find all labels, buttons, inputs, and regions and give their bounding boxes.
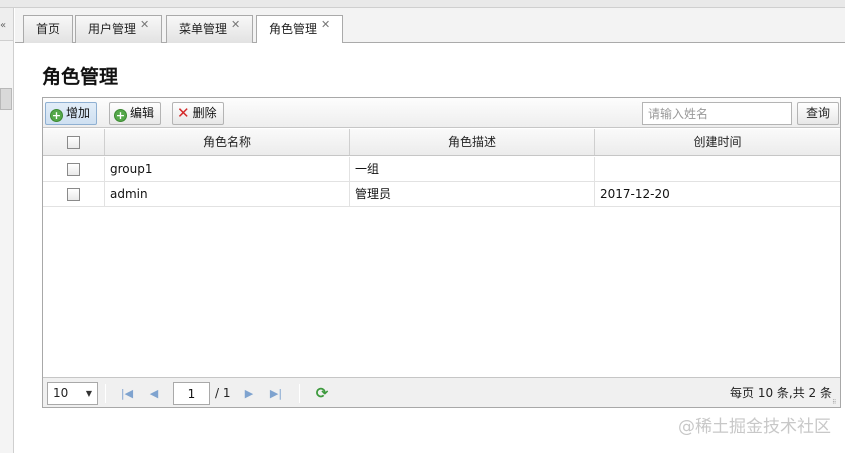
pager-separator [299, 384, 300, 403]
search-button[interactable]: 查询 [797, 102, 839, 125]
row-checkbox[interactable] [67, 163, 80, 176]
chevron-down-icon: ▼ [85, 389, 92, 398]
close-icon[interactable]: ✕ [321, 18, 330, 31]
last-page-icon[interactable]: ▶| [266, 383, 286, 404]
tab-label: 菜单管理 [179, 22, 228, 36]
plus-circle-icon: + [50, 109, 63, 122]
page-size-select[interactable]: 10 ▼ [47, 382, 98, 405]
cell-role-name: group1 [105, 157, 350, 181]
column-header-role-description[interactable]: 角色描述 [350, 129, 595, 155]
tab-label: 角色管理 [269, 22, 318, 36]
main-content: 角色管理 +增加 +编辑 ✕删除 查询 角色名称 角色描述 创建时间 g [15, 43, 845, 453]
cell-role-description: 管理员 [350, 182, 595, 206]
pager-separator [105, 384, 106, 403]
tab-label: 用户管理 [88, 22, 137, 36]
cell-created-time: 2017-12-20 [600, 187, 670, 201]
edit-button-label: 编辑 [130, 106, 155, 120]
page-size-value: 10 [53, 386, 69, 400]
search-name-input[interactable] [642, 102, 792, 125]
prev-page-icon[interactable]: ◀ [144, 383, 164, 404]
select-all-cell [43, 129, 105, 155]
close-icon[interactable]: ✕ [231, 18, 240, 31]
next-page-icon[interactable]: ▶ [239, 383, 259, 404]
sidebar-selected-item[interactable] [0, 88, 12, 110]
tab-home[interactable]: 首页 [23, 15, 74, 43]
page-number-input[interactable] [173, 382, 210, 405]
pagination-bar: 10 ▼ |◀ ◀ / 1 ▶ ▶| ⟳ 每页 10 条,共 2 条 ⠿ [43, 377, 840, 407]
role-datagrid: +增加 +编辑 ✕删除 查询 角色名称 角色描述 创建时间 group1 一组 [42, 97, 841, 408]
add-button[interactable]: + 增加 [45, 102, 98, 125]
pagination-summary: 每页 10 条,共 2 条 [730, 386, 832, 400]
collapse-arrows-icon[interactable]: « [0, 20, 6, 31]
tab-label: 首页 [36, 22, 61, 36]
total-pages-label: / 1 [215, 386, 231, 400]
cell-role-description: 一组 [350, 157, 595, 181]
row-checkbox-cell [43, 182, 105, 206]
table-header: 角色名称 角色描述 创建时间 [43, 129, 840, 156]
add-button-label: 增加 [66, 106, 91, 120]
cell-role-name: admin [105, 182, 350, 206]
row-checkbox[interactable] [67, 188, 80, 201]
tab-bar: 首页 用户管理 ✕ 菜单管理 ✕ 角色管理 ✕ [15, 8, 845, 44]
column-header-role-name[interactable]: 角色名称 [105, 129, 350, 155]
first-page-icon[interactable]: |◀ [117, 383, 137, 404]
column-header-created-time[interactable]: 创建时间 [595, 129, 840, 155]
close-icon[interactable]: ✕ [140, 18, 149, 31]
edit-button[interactable]: + 编辑 [109, 102, 162, 125]
row-checkbox-cell [43, 157, 105, 181]
tab-menu-management[interactable]: 菜单管理 ✕ [166, 15, 254, 43]
plus-circle-icon: + [114, 109, 127, 122]
delete-button[interactable]: ✕ 删除 [172, 102, 224, 125]
select-all-checkbox[interactable] [67, 136, 80, 149]
table-row[interactable]: group1 一组 [43, 157, 840, 182]
window-top-strip [0, 0, 845, 8]
tab-role-management[interactable]: 角色管理 ✕ [256, 15, 344, 44]
watermark: @稀土掘金技术社区 [678, 417, 831, 437]
left-sidebar-collapsed: « [0, 8, 14, 453]
resize-grip-icon[interactable]: ⠿ [832, 399, 840, 407]
red-x-icon: ✕ [177, 104, 190, 122]
sidebar-header: « [0, 8, 13, 41]
table-row[interactable]: admin 管理员 2017-12-20 [43, 182, 840, 207]
refresh-icon[interactable]: ⟳ [312, 383, 332, 404]
tab-user-management[interactable]: 用户管理 ✕ [75, 15, 163, 43]
grid-toolbar: +增加 +编辑 ✕删除 查询 [43, 98, 840, 128]
delete-button-label: 删除 [192, 106, 217, 120]
page-title: 角色管理 [42, 66, 119, 88]
cell-created-time [595, 157, 840, 181]
